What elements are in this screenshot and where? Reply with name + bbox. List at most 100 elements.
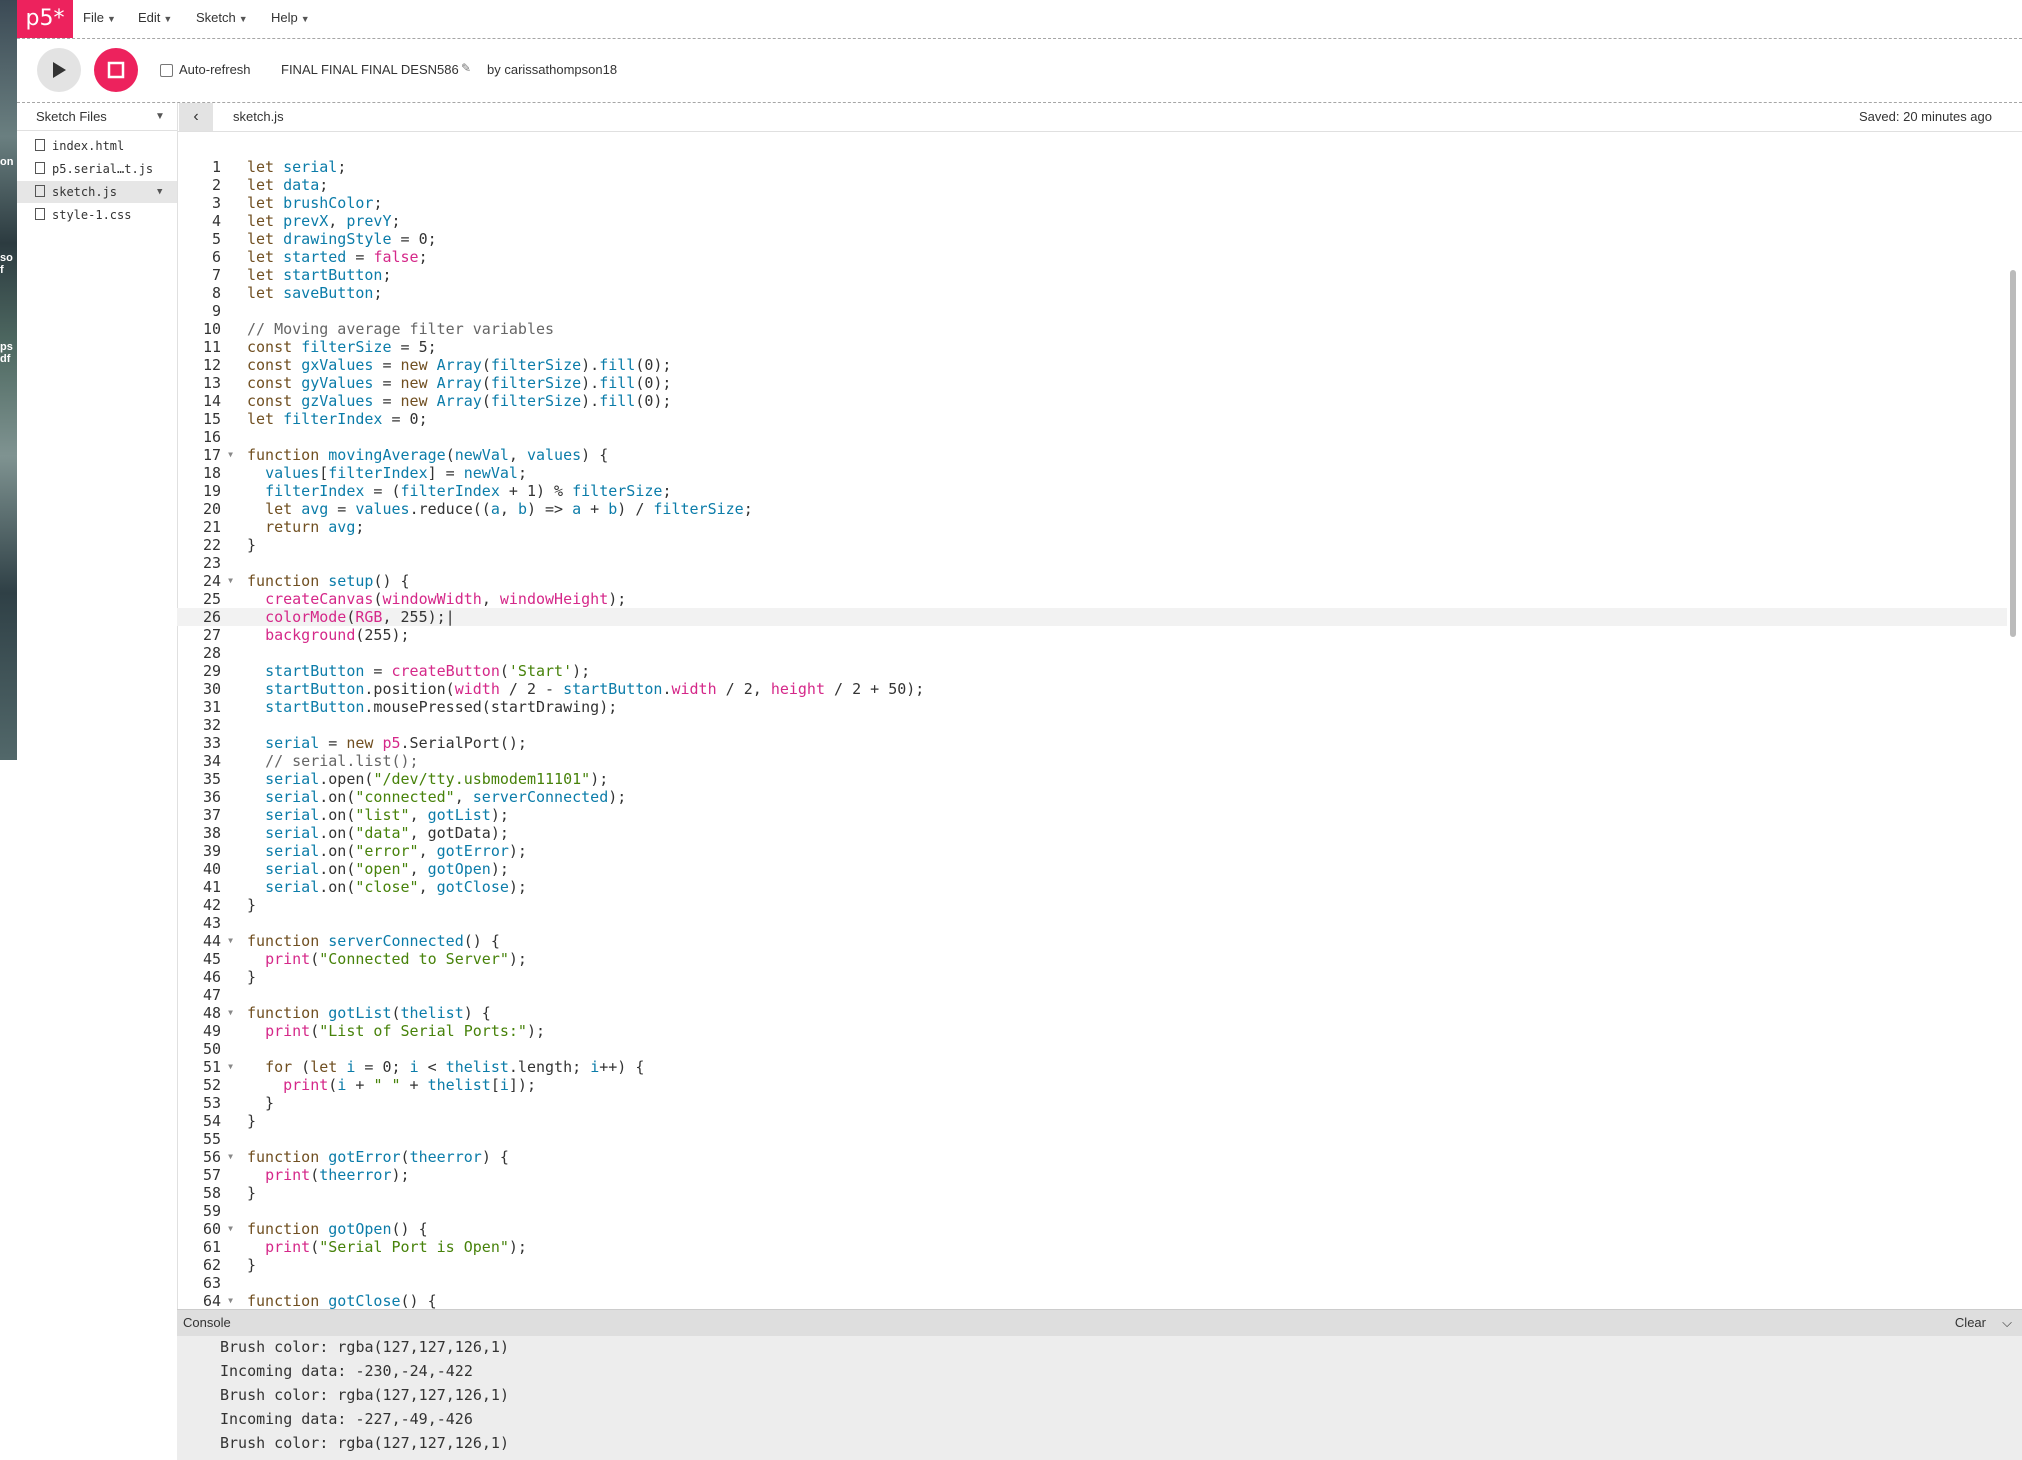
file-item-p5-serial[interactable]: p5.serial…t.js — [17, 158, 177, 180]
code-line[interactable]: serial.on("data", gotData); — [247, 824, 2007, 842]
code-line[interactable]: function gotError(theerror) { — [247, 1148, 2007, 1166]
chevron-down-icon[interactable]: ⌵ — [2002, 1310, 2012, 1336]
code-line[interactable]: function movingAverage(newVal, values) { — [247, 446, 2007, 464]
code-line[interactable]: let data; — [247, 176, 2007, 194]
code-line[interactable] — [247, 986, 2007, 1004]
fold-arrow-icon[interactable]: ▼ — [228, 1058, 233, 1076]
code-line[interactable] — [247, 1040, 2007, 1058]
code-line[interactable]: let avg = values.reduce((a, b) => a + b)… — [247, 500, 2007, 518]
code-editor[interactable]: 1 2 3 4 5 6 7 8 9 10 11 12 13 14 15 16 17 ▼ 18 19 20 21 22 23 24… — [177, 132, 2022, 1309]
code-line[interactable]: let started = false; — [247, 248, 2007, 266]
code-line[interactable] — [247, 914, 2007, 932]
code-line[interactable]: values[filterIndex] = newVal; — [247, 464, 2007, 482]
code-line[interactable]: const gyValues = new Array(filterSize).f… — [247, 374, 2007, 392]
menu-edit[interactable]: Edit ▼ — [138, 0, 172, 36]
code-line[interactable]: function gotList(thelist) { — [247, 1004, 2007, 1022]
code-line[interactable]: let drawingStyle = 0; — [247, 230, 2007, 248]
auto-refresh-checkbox[interactable] — [160, 64, 173, 77]
code-line[interactable]: serial = new p5.SerialPort(); — [247, 734, 2007, 752]
code-lines[interactable]: let serial; let data; let brushColor; let p… — [247, 158, 2007, 1309]
code-line[interactable]: function serverConnected() { — [247, 932, 2007, 950]
stop-button[interactable] — [94, 48, 138, 92]
code-line[interactable]: return avg; — [247, 518, 2007, 536]
code-line[interactable]: } — [247, 1112, 2007, 1130]
fold-arrow-icon[interactable]: ▼ — [228, 572, 233, 590]
code-line[interactable]: print(theerror); — [247, 1166, 2007, 1184]
code-line[interactable] — [247, 428, 2007, 446]
code-line[interactable]: serial.on("list", gotList); — [247, 806, 2007, 824]
console-header: Console Clear ⌵ — [177, 1309, 2022, 1336]
code-line[interactable]: function gotClose() { — [247, 1292, 2007, 1309]
sidebar-header: Sketch Files ▼ — [17, 103, 177, 131]
code-line[interactable]: // serial.list(); — [247, 752, 2007, 770]
code-line[interactable]: let filterIndex = 0; — [247, 410, 2007, 428]
code-line[interactable] — [247, 716, 2007, 734]
code-line[interactable]: function gotOpen() { — [247, 1220, 2007, 1238]
sketch-name[interactable]: FINAL FINAL FINAL DESN586 — [281, 62, 459, 77]
code-line[interactable]: print("Connected to Server"); — [247, 950, 2007, 968]
code-line[interactable]: } — [247, 968, 2007, 986]
p5-logo[interactable]: p5* — [17, 0, 73, 38]
code-line[interactable]: colorMode(RGB, 255);| — [247, 608, 2007, 626]
code-line[interactable]: startButton.mousePressed(startDrawing); — [247, 698, 2007, 716]
code-line[interactable]: let brushColor; — [247, 194, 2007, 212]
code-line[interactable]: print("Serial Port is Open"); — [247, 1238, 2007, 1256]
code-line[interactable]: startButton = createButton('Start'); — [247, 662, 2007, 680]
fold-arrow-icon[interactable]: ▼ — [228, 446, 233, 464]
code-line[interactable] — [247, 1202, 2007, 1220]
caret-down-icon[interactable]: ▼ — [157, 181, 162, 203]
menu-sketch[interactable]: Sketch ▼ — [196, 0, 248, 36]
code-line[interactable]: print("List of Serial Ports:"); — [247, 1022, 2007, 1040]
file-item-style-css[interactable]: style-1.css — [17, 204, 177, 226]
pencil-icon[interactable]: ✎ — [461, 61, 471, 75]
file-item-index-html[interactable]: index.html — [17, 135, 177, 157]
code-line[interactable]: for (let i = 0; i < thelist.length; i++)… — [247, 1058, 2007, 1076]
caret-down-icon: ▼ — [106, 14, 116, 24]
code-line[interactable] — [247, 1274, 2007, 1292]
editor-scrollbar[interactable] — [2010, 270, 2016, 637]
sketch-owner[interactable]: by carissathompson18 — [487, 62, 617, 77]
code-line[interactable]: serial.open("/dev/tty.usbmodem11101"); — [247, 770, 2007, 788]
fold-arrow-icon[interactable]: ▼ — [228, 1220, 233, 1238]
code-line[interactable]: } — [247, 896, 2007, 914]
code-line[interactable]: let serial; — [247, 158, 2007, 176]
code-line[interactable]: serial.on("open", gotOpen); — [247, 860, 2007, 878]
fold-arrow-icon[interactable]: ▼ — [228, 932, 233, 950]
code-line[interactable]: let startButton; — [247, 266, 2007, 284]
line-number: 22 — [202, 536, 221, 554]
code-line[interactable]: // Moving average filter variables — [247, 320, 2007, 338]
fold-arrow-icon[interactable]: ▼ — [228, 1004, 233, 1022]
code-line[interactable]: const filterSize = 5; — [247, 338, 2007, 356]
code-line[interactable]: serial.on("connected", serverConnected); — [247, 788, 2007, 806]
code-line[interactable]: } — [247, 1256, 2007, 1274]
menu-file-label: File — [83, 10, 104, 25]
code-line[interactable]: print(i + " " + thelist[i]); — [247, 1076, 2007, 1094]
code-line[interactable]: startButton.position(width / 2 - startBu… — [247, 680, 2007, 698]
code-line[interactable]: createCanvas(windowWidth, windowHeight); — [247, 590, 2007, 608]
code-line[interactable] — [247, 1130, 2007, 1148]
console-clear-button[interactable]: Clear — [1955, 1310, 1986, 1336]
code-line[interactable]: } — [247, 536, 2007, 554]
file-item-sketch-js[interactable]: sketch.js ▼ — [17, 181, 177, 203]
code-line[interactable]: const gxValues = new Array(filterSize).f… — [247, 356, 2007, 374]
fold-arrow-icon[interactable]: ▼ — [228, 1148, 233, 1166]
code-line[interactable] — [247, 644, 2007, 662]
code-line[interactable] — [247, 554, 2007, 572]
code-line[interactable]: function setup() { — [247, 572, 2007, 590]
code-line[interactable]: let saveButton; — [247, 284, 2007, 302]
code-line[interactable] — [247, 302, 2007, 320]
menu-help[interactable]: Help ▼ — [271, 0, 310, 36]
code-line[interactable]: background(255); — [247, 626, 2007, 644]
code-line[interactable]: filterIndex = (filterIndex + 1) % filter… — [247, 482, 2007, 500]
fold-arrow-icon[interactable]: ▼ — [228, 1292, 233, 1309]
code-line[interactable]: let prevX, prevY; — [247, 212, 2007, 230]
code-line[interactable]: serial.on("close", gotClose); — [247, 878, 2007, 896]
menu-file[interactable]: File ▼ — [83, 0, 116, 36]
collapse-sidebar-button[interactable]: ‹ — [179, 103, 213, 131]
play-button[interactable] — [37, 48, 81, 92]
code-line[interactable]: const gzValues = new Array(filterSize).f… — [247, 392, 2007, 410]
caret-down-icon[interactable]: ▼ — [155, 103, 165, 131]
code-line[interactable]: serial.on("error", gotError); — [247, 842, 2007, 860]
code-line[interactable]: } — [247, 1184, 2007, 1202]
code-line[interactable]: } — [247, 1094, 2007, 1112]
